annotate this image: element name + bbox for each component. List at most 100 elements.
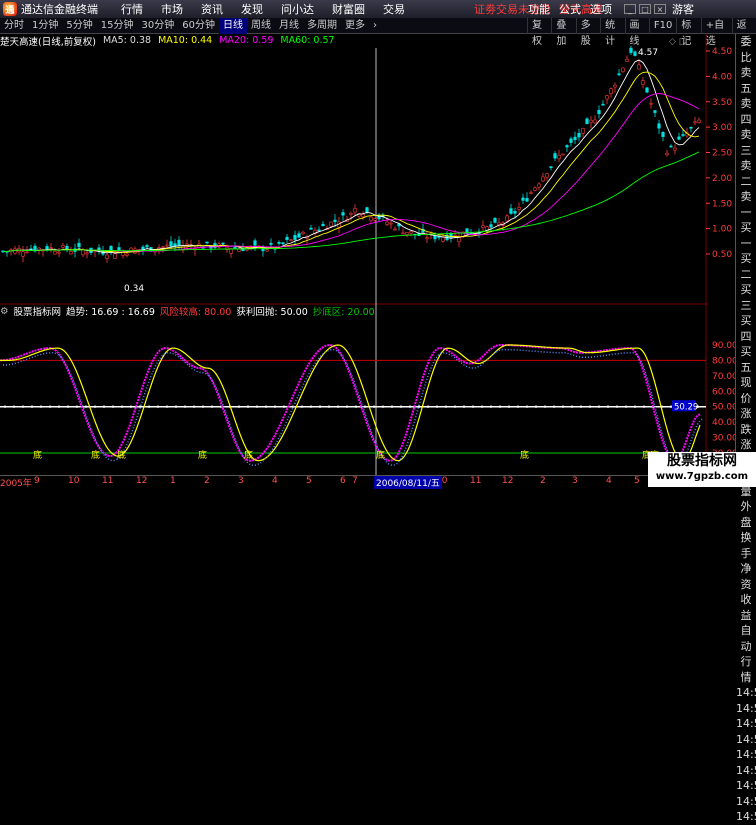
side-panel-item[interactable]: 委比: [736, 34, 756, 65]
risk-value: 风险较高: 80.00: [159, 307, 232, 318]
draw-line-button[interactable]: 画线: [624, 17, 649, 47]
profit-dot: [201, 405, 205, 408]
date-tick-label: 2005年: [0, 479, 32, 489]
minimize-icon[interactable]: _: [624, 4, 636, 14]
ma20-label: MA20: 0.59: [219, 35, 274, 46]
menu-wealth[interactable]: 财富圈: [332, 1, 365, 17]
profit-dot: [489, 405, 493, 408]
candle-body: [233, 247, 237, 249]
profit-dot: [3, 405, 7, 408]
side-panel-item[interactable]: 卖四: [736, 96, 756, 127]
side-panel-item[interactable]: 14:50: [736, 809, 756, 825]
profit-dot: [21, 405, 25, 408]
date-tick-label: 3: [238, 476, 244, 486]
side-panel-item[interactable]: 卖一: [736, 189, 756, 220]
side-panel-item[interactable]: 14:50: [736, 732, 756, 748]
side-panel-item[interactable]: 14:50: [736, 685, 756, 701]
menu-market-quote[interactable]: 行情: [121, 1, 143, 17]
chevron-right-icon[interactable]: ›: [369, 18, 381, 34]
back-button[interactable]: 返回: [731, 17, 756, 47]
price-tick-label: 0.50: [712, 250, 732, 260]
side-panel-item[interactable]: 现价: [736, 375, 756, 406]
profit-dot: [435, 405, 439, 408]
period-tab[interactable]: 15分钟: [97, 18, 138, 34]
side-panel-item[interactable]: 14:50: [736, 747, 756, 763]
period-tab[interactable]: 30分钟: [137, 18, 178, 34]
chart-control-icon[interactable]: ◇ □: [669, 37, 687, 47]
menu-function[interactable]: 功能: [528, 1, 550, 17]
candle-body: [253, 240, 257, 246]
side-panel-item[interactable]: 自动: [736, 623, 756, 654]
period-tab[interactable]: 1分钟: [28, 18, 62, 34]
candle-body: [269, 242, 273, 245]
candle-body: [545, 173, 549, 178]
profit-dot: [102, 405, 106, 408]
candle-body: [37, 247, 41, 251]
adjust-button[interactable]: 复权: [527, 17, 551, 47]
side-panel-item[interactable]: 涨跌: [736, 406, 756, 437]
side-panel-item[interactable]: 买三: [736, 282, 756, 313]
side-panel-item[interactable]: 卖五: [736, 65, 756, 96]
candle-body: [621, 67, 625, 73]
multi-stock-button[interactable]: 多股: [575, 17, 600, 47]
menu-discover[interactable]: 发现: [241, 1, 263, 17]
profit-dot: [345, 405, 349, 408]
side-panel-item[interactable]: 14:50: [736, 716, 756, 732]
side-panel-item[interactable]: 14:50: [736, 763, 756, 779]
mark-button[interactable]: 标记: [676, 17, 700, 47]
profit-dot: [237, 405, 241, 408]
side-panel-item[interactable]: 净资: [736, 561, 756, 592]
more-periods-button[interactable]: 更多: [341, 18, 369, 34]
profit-dot: [507, 405, 511, 408]
maximize-icon[interactable]: □: [639, 4, 651, 14]
period-tab-daily[interactable]: 日线: [218, 17, 247, 34]
overlay-button[interactable]: 叠加: [551, 17, 575, 47]
candle-body: [13, 248, 17, 254]
indicator-name[interactable]: 股票指标网: [14, 304, 62, 318]
candle-body: [161, 246, 165, 248]
candle-body: [177, 239, 181, 246]
candle-body: [265, 249, 269, 252]
candle-body: [561, 153, 565, 156]
add-watchlist-button[interactable]: +自选: [700, 17, 732, 47]
period-tab[interactable]: 5分钟: [62, 18, 96, 34]
side-panel-item[interactable]: 14:50: [736, 794, 756, 810]
profit-dot: [426, 405, 430, 408]
side-panel-item[interactable]: 收益: [736, 592, 756, 623]
candle-body: [385, 221, 389, 225]
side-panel-item[interactable]: 卖三: [736, 127, 756, 158]
period-tab[interactable]: 60分钟: [178, 18, 219, 34]
candle-body: [205, 241, 209, 244]
profit-dot: [183, 405, 187, 408]
period-tab[interactable]: 周线: [247, 18, 275, 34]
menu-options[interactable]: 选项: [590, 1, 612, 17]
guest-label[interactable]: 游客: [672, 1, 694, 17]
date-tick-label: 10: [68, 476, 80, 486]
profit-dot: [120, 405, 124, 408]
menu-ask[interactable]: 问小达: [281, 1, 314, 17]
menu-market[interactable]: 市场: [161, 1, 183, 17]
side-panel-item[interactable]: 买二: [736, 251, 756, 282]
menu-news[interactable]: 资讯: [201, 1, 223, 17]
side-panel-item[interactable]: 外盘: [736, 499, 756, 530]
side-panel-item[interactable]: 换手: [736, 530, 756, 561]
f10-button[interactable]: F10: [648, 17, 676, 34]
kline-chart[interactable]: 4.50 4.00 3.50 3.00 2.50 2.00 1.50 1.00 0.50 90.…: [0, 34, 735, 475]
side-panel-item[interactable]: 买一: [736, 220, 756, 251]
price-tick-label: 4.00: [712, 72, 732, 82]
side-panel-item[interactable]: 卖二: [736, 158, 756, 189]
side-panel-item[interactable]: 买四: [736, 313, 756, 344]
close-icon[interactable]: ×: [654, 4, 666, 14]
side-panel-item[interactable]: 买五: [736, 344, 756, 375]
side-panel-item[interactable]: 14:50: [736, 701, 756, 717]
menu-trade[interactable]: 交易: [383, 1, 405, 17]
indicator-settings-icon[interactable]: ⚙: [0, 306, 9, 317]
side-panel-item[interactable]: 14:50: [736, 778, 756, 794]
menu-formula[interactable]: 公式: [559, 1, 581, 17]
ma-line-60: [3, 151, 700, 252]
period-tab[interactable]: 多周期: [303, 18, 341, 34]
period-tab[interactable]: 月线: [275, 18, 303, 34]
stats-button[interactable]: 统计: [600, 17, 624, 47]
period-tab[interactable]: 分时: [0, 18, 28, 34]
side-panel-item[interactable]: 行情: [736, 654, 756, 685]
